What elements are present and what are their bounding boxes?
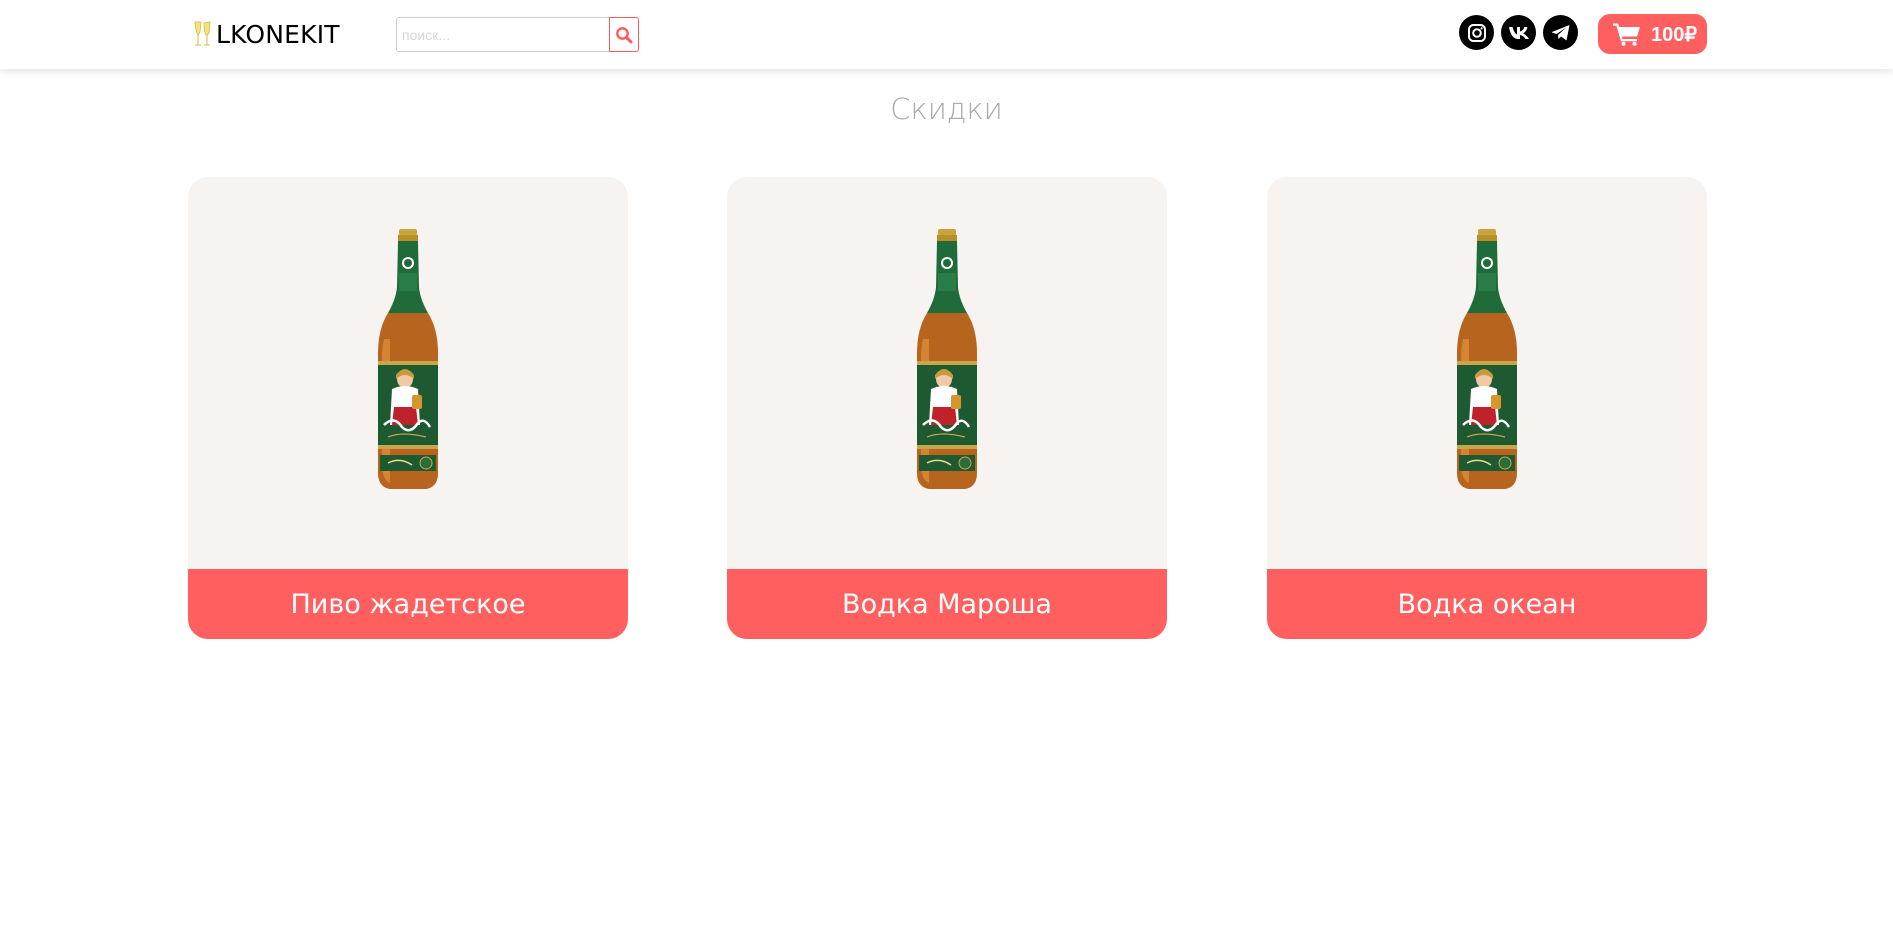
beer-bottle-image [911, 229, 983, 491]
instagram-link[interactable] [1459, 15, 1494, 50]
product-grid: Пиво жадетское Водка Мароша Водка океан [188, 177, 1707, 639]
site-logo[interactable]: LKONEKIT [190, 17, 340, 51]
product-name[interactable]: Водка Мароша [727, 569, 1167, 639]
search-input[interactable] [396, 17, 609, 52]
cart-icon [1613, 23, 1640, 46]
search-bar [396, 17, 639, 52]
site-header: LKONEKIT поиск... 100₽ [0, 0, 1893, 69]
product-name[interactable]: Пиво жадетское [188, 569, 628, 639]
product-image [188, 177, 628, 569]
search-icon [616, 26, 633, 43]
beer-bottle-image [372, 229, 444, 491]
product-image [1267, 177, 1707, 569]
product-card[interactable]: Пиво жадетское [188, 177, 628, 639]
search-button[interactable] [609, 17, 639, 52]
cart-button[interactable]: 100₽ [1598, 14, 1707, 54]
section-title: Скидки [890, 92, 1003, 126]
logo-text: LKONEKIT [216, 19, 340, 49]
product-image [727, 177, 1167, 569]
cart-total: 100₽ [1651, 23, 1698, 46]
telegram-link[interactable] [1543, 15, 1578, 50]
vk-link[interactable] [1501, 15, 1536, 50]
vk-icon [1508, 26, 1529, 39]
product-card[interactable]: Водка Мароша [727, 177, 1167, 639]
product-name[interactable]: Водка океан [1267, 569, 1707, 639]
product-card[interactable]: Водка океан [1267, 177, 1707, 639]
telegram-icon [1551, 24, 1569, 40]
social-links [1459, 15, 1578, 50]
beer-bottle-image [1451, 229, 1523, 491]
champagne-glasses-icon [194, 21, 211, 46]
instagram-icon [1467, 23, 1486, 42]
